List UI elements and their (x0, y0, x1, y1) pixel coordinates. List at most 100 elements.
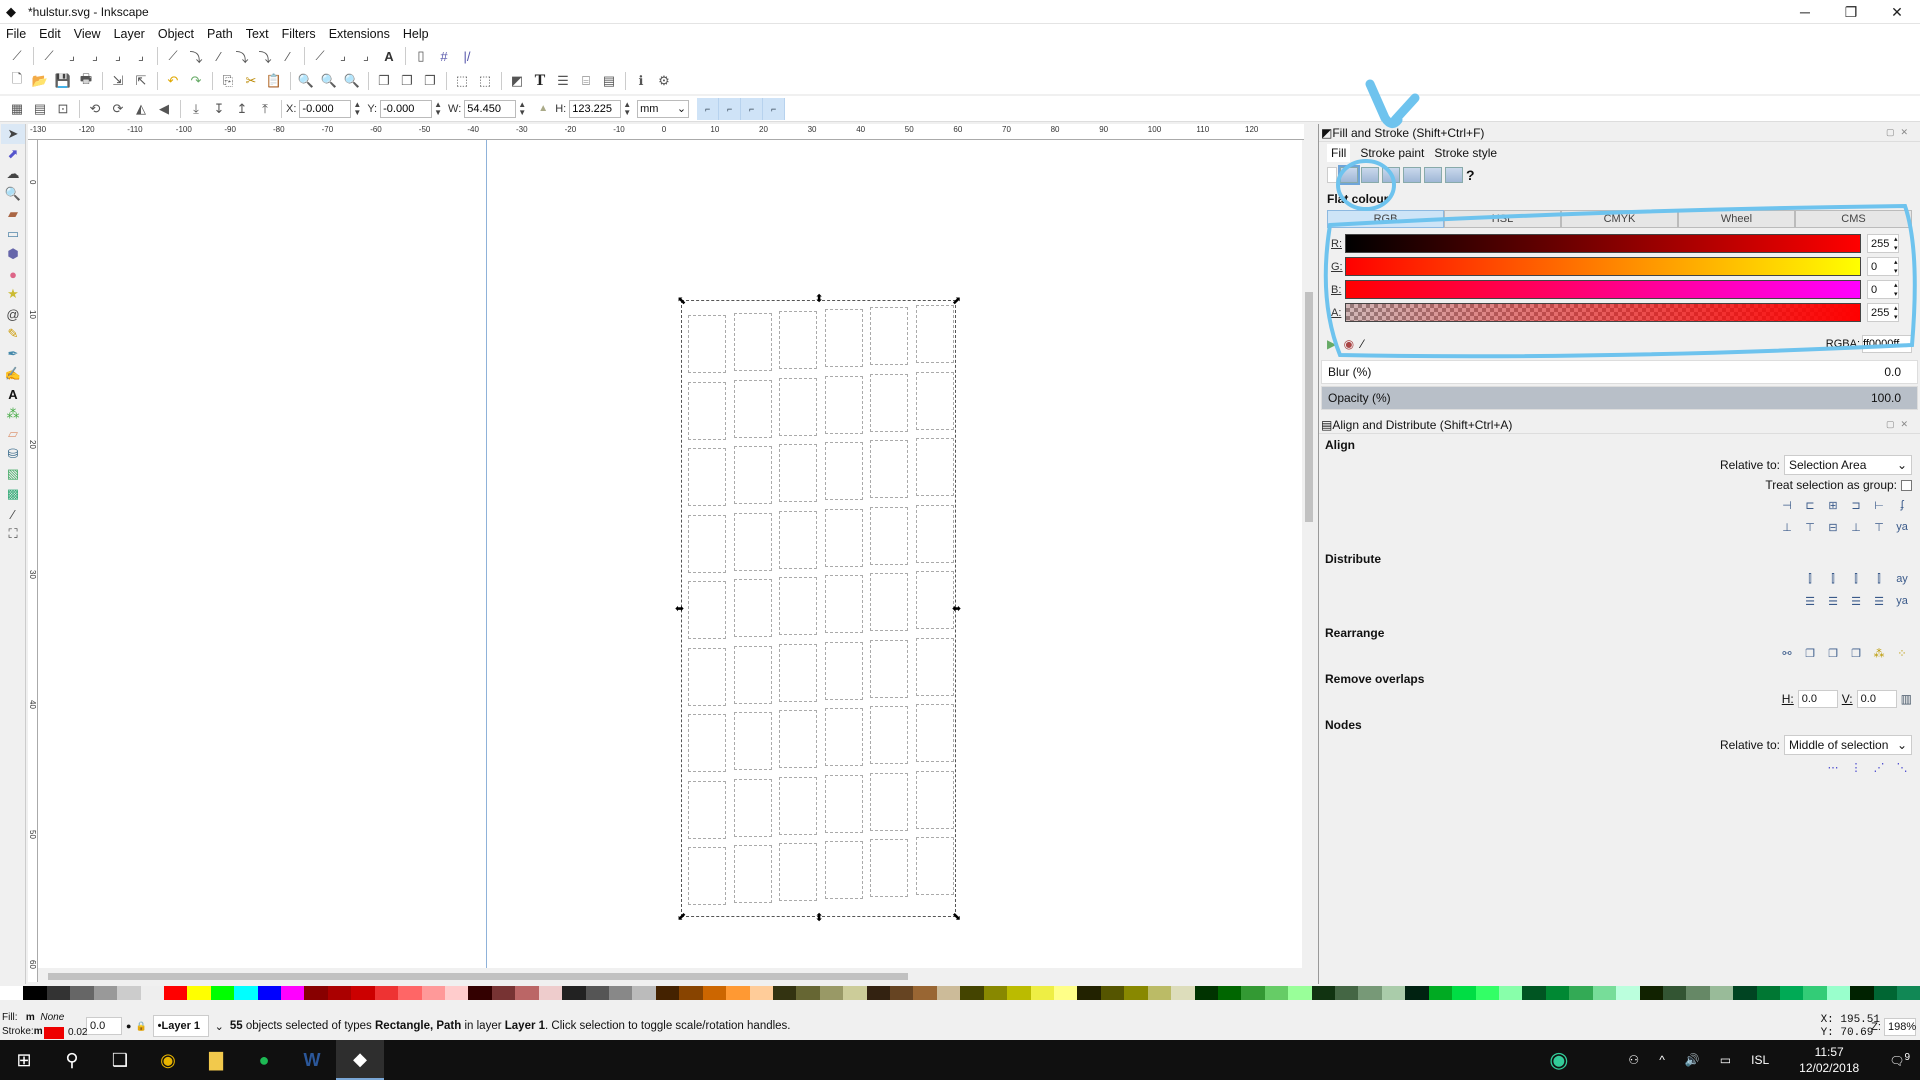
align-right-edges-icon[interactable]: ⊐ (1846, 496, 1866, 514)
rectangle-object[interactable] (779, 577, 817, 635)
rectangle-object[interactable] (915, 371, 954, 430)
deselect-icon[interactable]: ⊡ (52, 99, 74, 119)
rectangle-object[interactable] (688, 381, 726, 440)
distribute-nodes-vertical-icon[interactable]: ⋱ (1892, 758, 1912, 776)
menu-text[interactable]: Text (246, 27, 269, 41)
snap-bbox-center-icon[interactable]: ⌟ (130, 46, 152, 66)
paint-bucket-tool-icon[interactable]: ⛁ (1, 444, 25, 464)
document-properties-icon[interactable]: ℹ (630, 71, 652, 91)
scale-handle[interactable]: ⬊ (952, 912, 961, 923)
raise-top-icon[interactable]: ⤒ (254, 99, 276, 119)
rectangle-object[interactable] (779, 776, 817, 835)
language-indicator[interactable]: ISL (1751, 1053, 1769, 1067)
lower-icon[interactable]: ↧ (208, 99, 230, 119)
align-left-edges-icon[interactable]: ⊏ (1800, 496, 1820, 514)
panel-controls[interactable]: ▢✕ (1886, 419, 1914, 430)
rectangle-object[interactable] (779, 377, 817, 436)
lock-proportions-icon[interactable]: ▲ (532, 99, 554, 119)
blur-value[interactable]: 0.0 (1884, 365, 1901, 379)
palette-swatch[interactable] (1756, 986, 1781, 1000)
h-input[interactable] (569, 99, 622, 118)
unclump-icon[interactable]: ⁘ (1892, 644, 1912, 662)
palette-swatch[interactable] (1780, 986, 1804, 1000)
scale-handle[interactable]: ⬍ (815, 913, 824, 924)
chrome-icon[interactable]: ◉ (144, 1040, 192, 1080)
rectangle-object[interactable] (733, 446, 772, 504)
palette-swatch[interactable] (1147, 986, 1172, 1000)
gradient-tool-icon[interactable]: ▧ (1, 464, 25, 484)
xml-editor-icon[interactable]: ⌸ (575, 71, 597, 91)
menu-extensions[interactable]: Extensions (329, 27, 390, 41)
align-baselines-icon[interactable]: ya (1892, 518, 1912, 536)
scale-handle[interactable]: ⬋ (677, 912, 686, 923)
palette-swatch[interactable] (1171, 986, 1195, 1000)
dropper-tool-icon[interactable]: ⁄ (1, 504, 25, 524)
rectangle-object[interactable] (733, 845, 772, 903)
connector-graph-icon[interactable]: ⚯ (1777, 644, 1797, 662)
palette-swatch[interactable] (491, 986, 516, 1000)
palette-swatch[interactable] (1264, 986, 1289, 1000)
duplicate-icon[interactable]: ❐ (373, 71, 395, 91)
y-spinner[interactable]: ▲ ▼ (434, 100, 442, 117)
palette-swatch[interactable] (538, 986, 563, 1000)
swatch-button[interactable] (1445, 167, 1463, 183)
palette-swatch[interactable] (1381, 986, 1406, 1000)
menu-layer[interactable]: Layer (114, 27, 145, 41)
palette-swatch[interactable] (1545, 986, 1570, 1000)
palette-scrollbar[interactable] (0, 1000, 1920, 1012)
palette-swatch[interactable] (1803, 986, 1827, 1000)
save-icon[interactable]: 💾 (52, 71, 74, 91)
activity-monitor-icon[interactable]: ◉ (1549, 1047, 1568, 1073)
align-right-to-left-anchor-icon[interactable]: ⊣ (1777, 496, 1797, 514)
palette-swatch[interactable] (1053, 986, 1078, 1000)
palette-swatch[interactable] (1194, 986, 1218, 1000)
selection-bounding-box[interactable] (681, 300, 956, 917)
blue-slider[interactable] (1345, 280, 1861, 299)
snap-text-baseline-icon[interactable]: A (378, 46, 400, 66)
palette-swatch[interactable] (117, 986, 141, 1000)
fill-stroke-icon[interactable]: ◩ (506, 71, 528, 91)
rectangle-object[interactable] (688, 647, 726, 706)
snap-cusp-icon[interactable]: ⤵ (231, 46, 253, 66)
palette-swatch[interactable] (1288, 986, 1312, 1000)
palette-swatch[interactable] (913, 986, 937, 1000)
palette-swatch[interactable] (1662, 986, 1687, 1000)
new-document-icon[interactable]: 🗋 (6, 71, 28, 91)
mesh-gradient-button[interactable] (1403, 167, 1421, 183)
rectangle-object[interactable] (779, 843, 817, 901)
palette-swatch[interactable] (1311, 986, 1336, 1000)
color-palette[interactable] (0, 986, 1920, 1000)
palette-swatch[interactable] (1428, 986, 1453, 1000)
tab-rgb[interactable]: RGB (1327, 210, 1444, 228)
distribute-center-h-icon[interactable]: ⫿ (1823, 570, 1843, 588)
nodes-relative-select[interactable]: Middle of selection ⌄ (1784, 735, 1912, 755)
rectangle-object[interactable] (870, 373, 908, 432)
rectangle-tool-icon[interactable]: ▭ (1, 224, 25, 244)
flip-horizontal-icon[interactable]: ◭ (130, 99, 152, 119)
palette-swatch[interactable] (374, 986, 399, 1000)
palette-swatch[interactable] (936, 986, 961, 1000)
spotify-icon[interactable]: ● (240, 1040, 288, 1080)
palette-swatch[interactable] (1007, 986, 1031, 1000)
toggle-visibility-icon[interactable]: ● (126, 1021, 131, 1031)
snap-grid-icon[interactable]: # (433, 46, 455, 66)
opacity-slider[interactable]: Opacity (%) 100.0 (1321, 386, 1918, 410)
palette-swatch[interactable] (1335, 986, 1359, 1000)
rectangle-object[interactable] (779, 311, 817, 369)
align-top-to-bottom-anchor-icon[interactable]: ⊤ (1869, 518, 1889, 536)
scale-handle[interactable]: ⬍ (815, 294, 824, 305)
scale-handle[interactable]: ⬌ (675, 603, 684, 615)
palette-swatch[interactable] (749, 986, 773, 1000)
palette-swatch[interactable] (234, 986, 258, 1000)
y-input[interactable] (380, 99, 433, 118)
word-icon[interactable]: W (288, 1040, 336, 1080)
rectangle-object[interactable] (733, 512, 772, 571)
align-bottom-to-top-anchor-icon[interactable]: ⊥ (1777, 518, 1797, 536)
task-view-icon[interactable]: ❑ (96, 1040, 144, 1080)
rectangle-object[interactable] (779, 710, 817, 768)
people-icon[interactable]: ⚇ (1628, 1053, 1639, 1067)
palette-swatch[interactable] (1405, 986, 1429, 1000)
palette-swatch[interactable] (1616, 986, 1640, 1000)
tab-hsl[interactable]: HSL (1444, 210, 1561, 228)
pencil-tool-icon[interactable]: ✎ (1, 324, 25, 344)
